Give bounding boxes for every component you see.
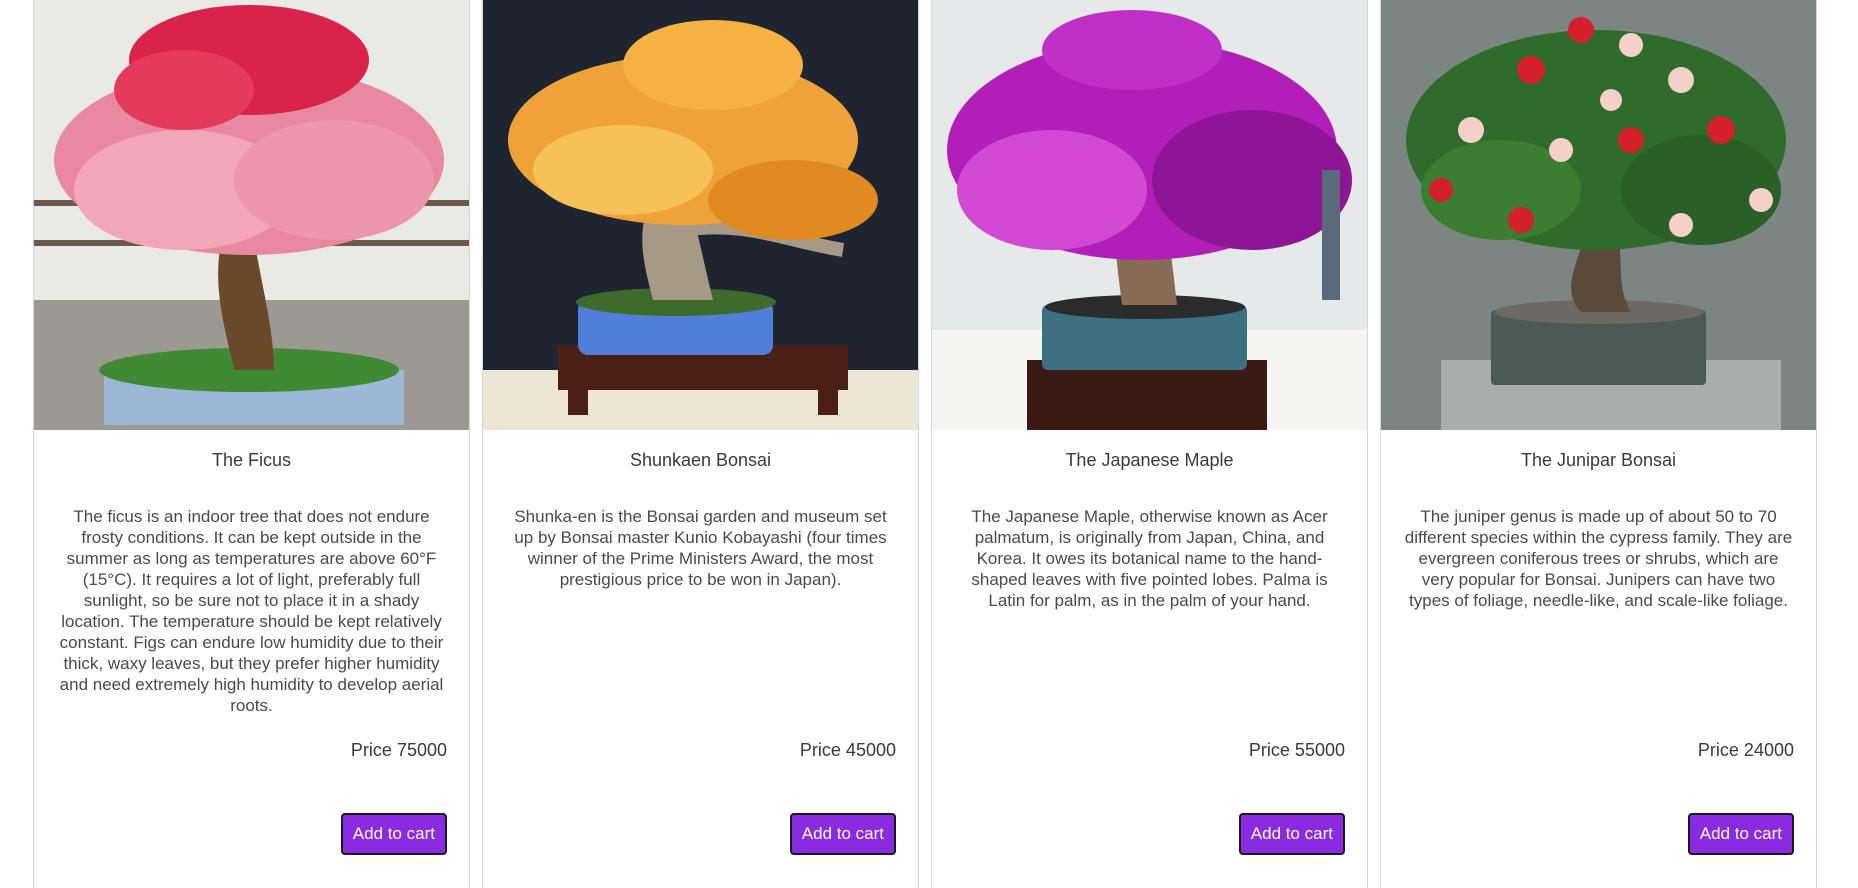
product-description: Shunka-en is the Bonsai garden and museu… bbox=[514, 507, 887, 589]
product-title: The Japanese Maple bbox=[1065, 450, 1234, 470]
product-price: Price 45000 bbox=[799, 740, 896, 760]
product-title: The Junipar Bonsai bbox=[1520, 450, 1677, 470]
product-image bbox=[34, 0, 469, 430]
add-to-cart-button[interactable]: Add to cart bbox=[789, 813, 896, 855]
product-card: The Junipar Bonsai The juniper genus is … bbox=[1380, 0, 1817, 888]
product-card: Shunkaen Bonsai Shunka-en is the Bonsai … bbox=[482, 0, 919, 888]
product-grid: The Ficus The ficus is an indoor tree th… bbox=[33, 0, 1817, 888]
product-price: Price 55000 bbox=[1248, 740, 1345, 760]
product-card: The Japanese Maple The Japanese Maple, o… bbox=[931, 0, 1368, 888]
add-to-cart-button[interactable]: Add to cart bbox=[1687, 813, 1794, 855]
product-title: Shunkaen Bonsai bbox=[629, 450, 772, 470]
product-price: Price 24000 bbox=[1697, 740, 1794, 760]
product-image bbox=[483, 0, 918, 430]
product-price: Price 75000 bbox=[350, 740, 447, 760]
add-to-cart-button[interactable]: Add to cart bbox=[340, 813, 447, 855]
product-image bbox=[1381, 0, 1816, 430]
product-description: The Japanese Maple, otherwise known as A… bbox=[971, 507, 1328, 610]
product-title: The Ficus bbox=[211, 450, 292, 470]
product-image bbox=[932, 0, 1367, 430]
product-description: The ficus is an indoor tree that does no… bbox=[59, 507, 444, 715]
add-to-cart-button[interactable]: Add to cart bbox=[1238, 813, 1345, 855]
product-description: The juniper genus is made up of about 50… bbox=[1404, 507, 1793, 610]
product-card: The Ficus The ficus is an indoor tree th… bbox=[33, 0, 470, 888]
